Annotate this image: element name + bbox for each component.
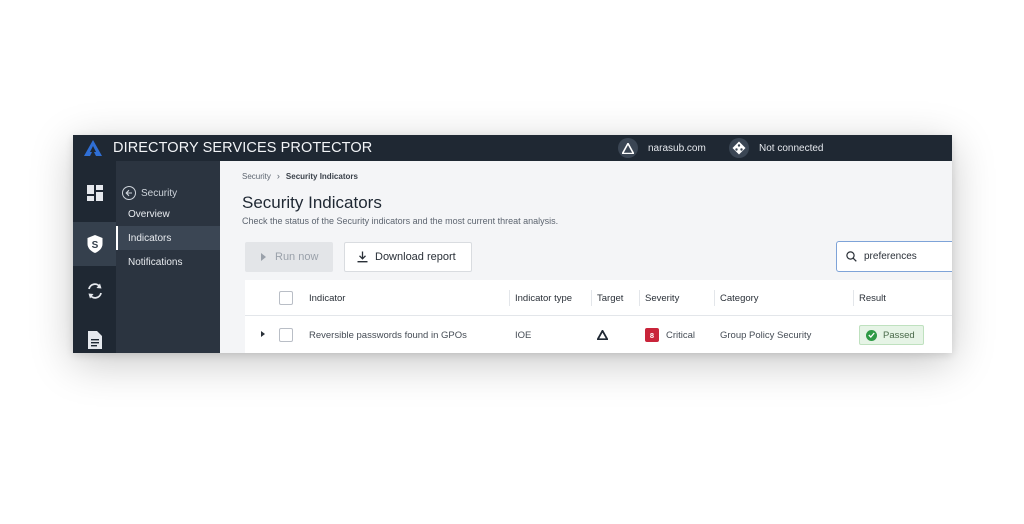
breadcrumb: Security › Security Indicators — [242, 171, 358, 181]
column-header-target[interactable]: Target — [590, 280, 623, 316]
critical-badge-icon: 8 — [645, 328, 659, 342]
subnav-item-label: Overview — [128, 208, 170, 220]
search-input[interactable] — [864, 251, 952, 262]
download-report-label: Download report — [375, 251, 456, 263]
main-content: Security › Security Indicators Security … — [220, 161, 952, 353]
shield-s-icon: S — [87, 235, 102, 253]
column-header-severity[interactable]: Severity — [638, 280, 679, 316]
network-node-icon — [729, 138, 749, 158]
cell-indicator-type: IOE — [515, 329, 532, 341]
status-badge: Passed — [859, 325, 924, 345]
column-header-category[interactable]: Category — [714, 280, 759, 316]
domain-triangle-icon — [618, 138, 638, 158]
breadcrumb-current: Security Indicators — [285, 171, 358, 181]
download-icon — [357, 251, 368, 263]
icon-rail: S — [73, 161, 116, 353]
cell-target — [597, 317, 608, 353]
run-now-button[interactable]: Run now — [245, 242, 333, 272]
table-row[interactable]: Reversible passwords found in GPOs IOE 8… — [245, 317, 952, 353]
brand-logo-icon — [83, 138, 103, 158]
select-all-checkbox[interactable] — [279, 291, 293, 305]
svg-text:S: S — [91, 240, 98, 251]
app-window: DIRECTORY SERVICES PROTECTOR narasub.com… — [73, 135, 952, 353]
run-now-label: Run now — [275, 251, 319, 263]
table-header: Indicator Indicator type Target Severity… — [245, 280, 952, 316]
cell-severity: 8 Critical — [645, 317, 695, 353]
cell-category: Group Policy Security — [720, 329, 812, 341]
expand-row-icon[interactable] — [261, 331, 265, 337]
rail-dashboard[interactable] — [73, 171, 116, 215]
subnav-item-indicators[interactable]: Indicators — [116, 226, 220, 250]
domain-name: narasub.com — [648, 142, 706, 154]
severity-label: Critical — [666, 329, 696, 341]
search-icon — [846, 251, 857, 262]
top-bar: DIRECTORY SERVICES PROTECTOR narasub.com… — [73, 135, 952, 161]
ad-triangle-icon — [597, 330, 608, 340]
dashboard-icon — [86, 185, 103, 201]
chevron-right-icon: › — [276, 171, 280, 181]
document-icon — [87, 331, 102, 349]
app-title: DIRECTORY SERVICES PROTECTOR — [113, 140, 373, 156]
search-box — [836, 241, 952, 272]
cell-indicator: Reversible passwords found in GPOs — [309, 329, 467, 341]
result-label: Passed — [883, 329, 915, 341]
column-header-result[interactable]: Result — [853, 280, 886, 316]
domain-selector[interactable]: narasub.com — [618, 138, 706, 158]
connection-label: Not connected — [759, 142, 824, 154]
cell-result: Passed — [859, 317, 924, 353]
subnav-item-notifications[interactable]: Notifications — [116, 250, 220, 274]
sync-icon — [87, 283, 102, 299]
row-checkbox[interactable] — [279, 328, 293, 342]
rail-reports[interactable] — [73, 318, 116, 353]
subnav-item-label: Notifications — [128, 256, 183, 268]
page-title: Security Indicators — [242, 193, 382, 212]
page-subtitle: Check the status of the Security indicat… — [242, 216, 559, 226]
indicators-table: Indicator Indicator type Target Severity… — [245, 280, 952, 353]
download-report-button[interactable]: Download report — [344, 242, 472, 272]
back-label: Security — [141, 187, 178, 199]
back-to-security[interactable]: Security — [122, 186, 177, 200]
play-icon — [261, 253, 266, 261]
check-circle-icon — [866, 329, 877, 341]
secondary-nav: Security Overview Indicators Notificatio… — [116, 161, 220, 353]
column-header-indicator-type[interactable]: Indicator type — [508, 280, 572, 316]
breadcrumb-root[interactable]: Security — [242, 172, 271, 181]
rail-sync[interactable] — [73, 269, 116, 313]
back-arrow-icon — [122, 186, 136, 200]
subnav-item-label: Indicators — [128, 232, 172, 244]
column-header-indicator[interactable]: Indicator — [309, 280, 345, 316]
connection-status[interactable]: Not connected — [729, 138, 824, 158]
rail-security[interactable]: S — [73, 222, 116, 266]
subnav-item-overview[interactable]: Overview — [116, 202, 220, 226]
